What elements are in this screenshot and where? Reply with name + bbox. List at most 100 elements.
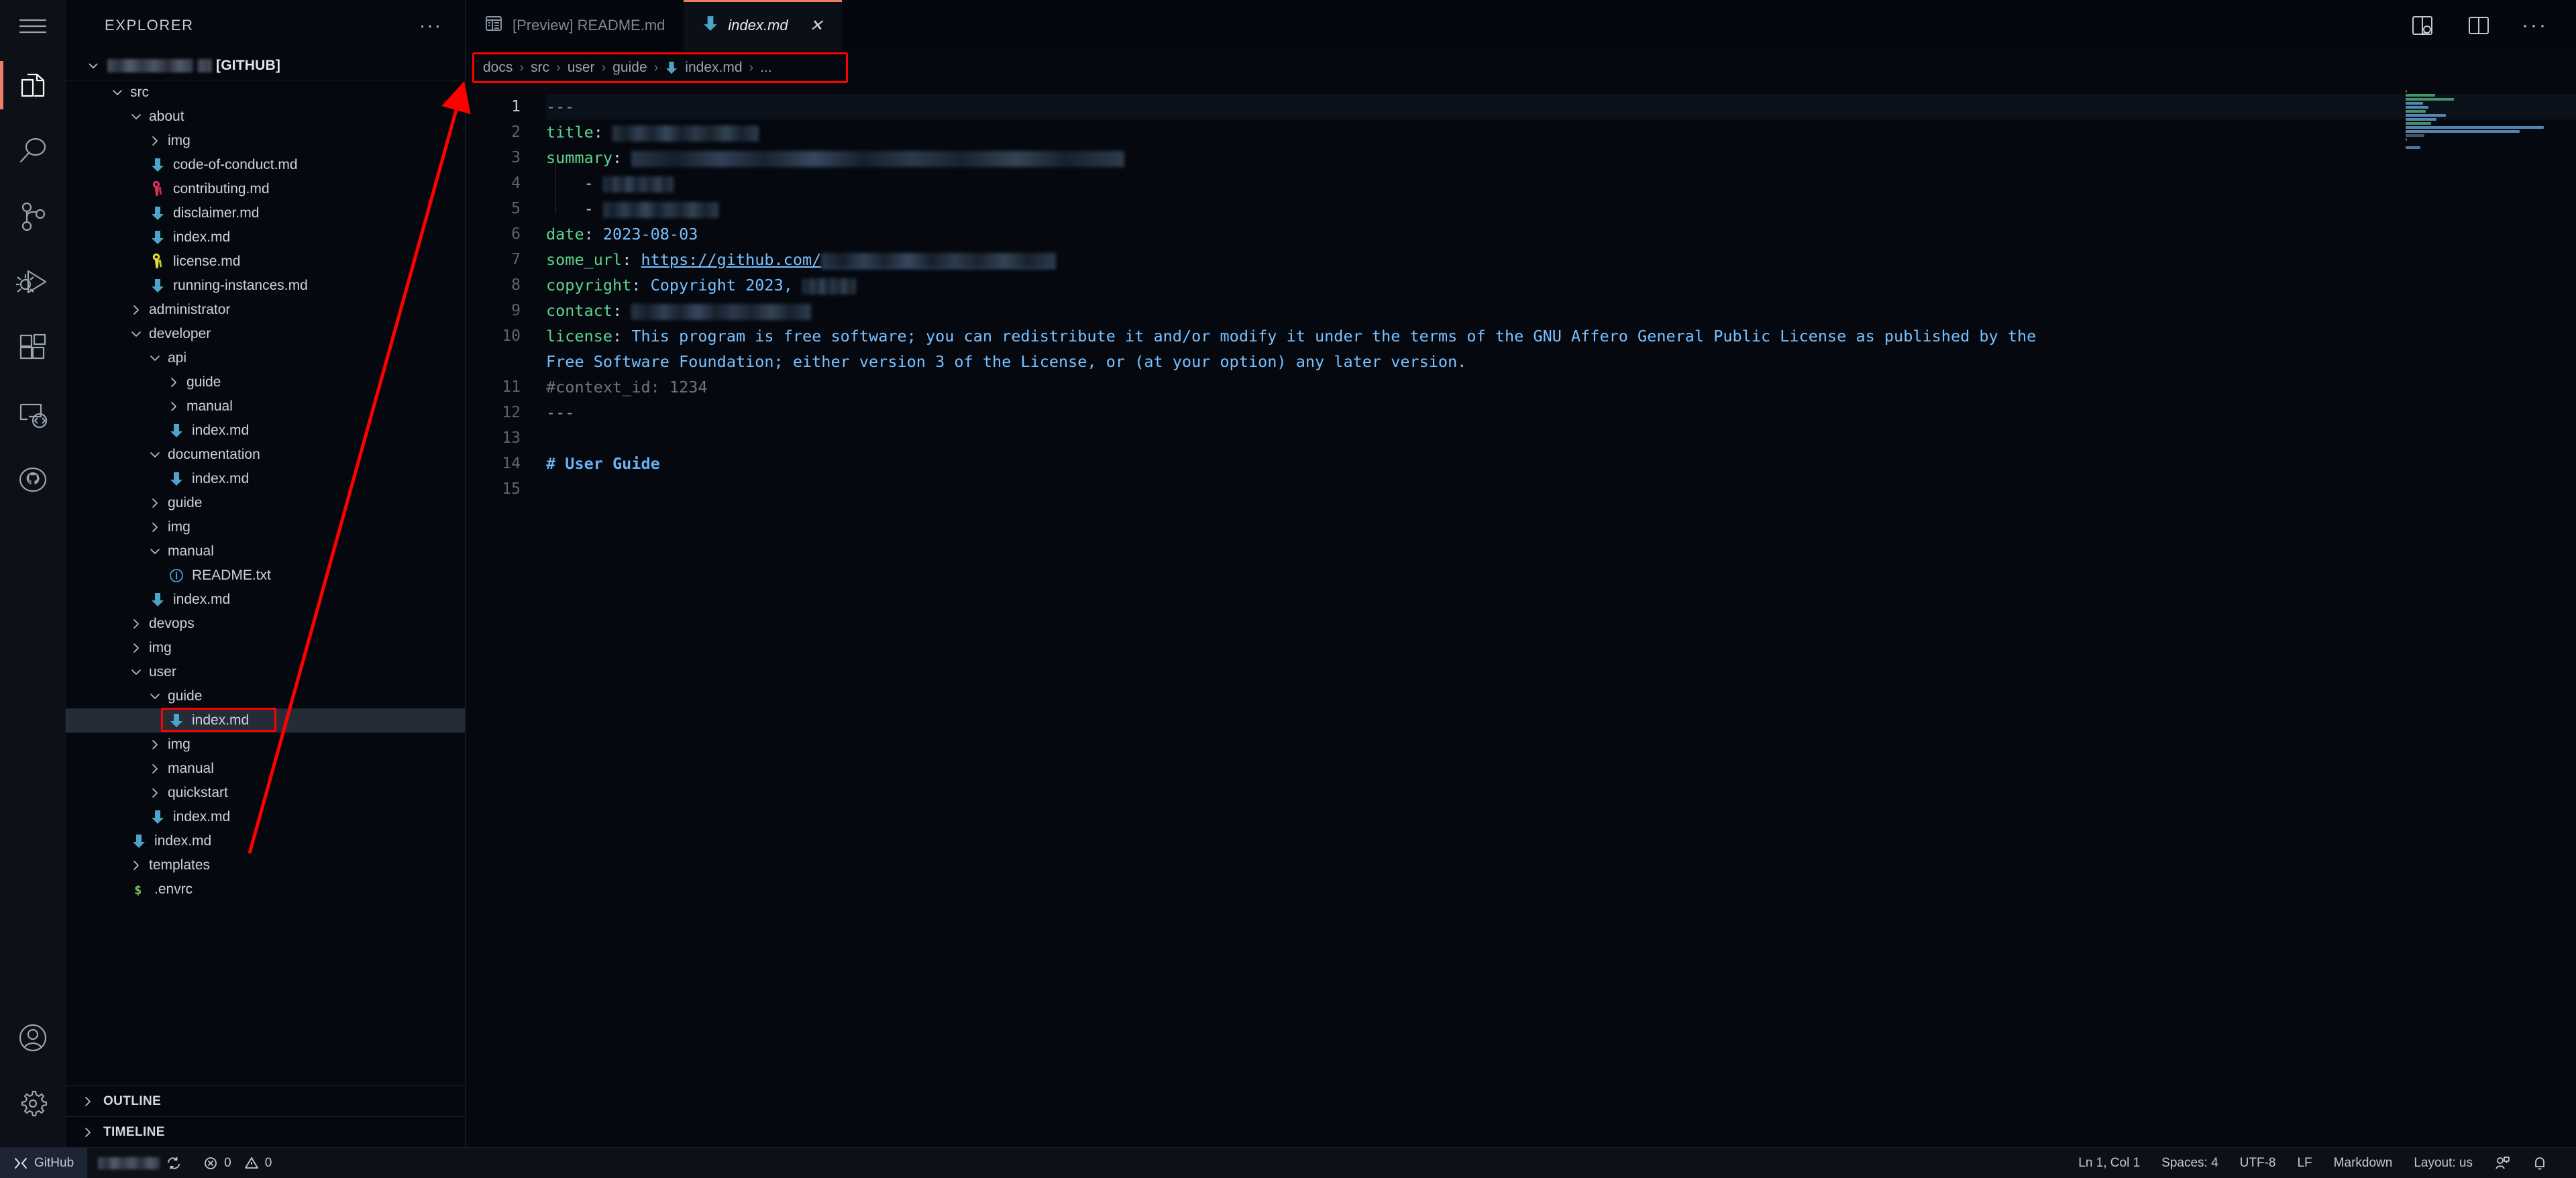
chevron-right-icon: [165, 376, 182, 389]
more-actions-icon[interactable]: ···: [2522, 15, 2548, 36]
run-and-debug-icon[interactable]: [0, 250, 66, 315]
file-tree[interactable]: [GITHUB] src about img code-of-conduct.md co…: [66, 51, 465, 1085]
branch-indicator[interactable]: [87, 1148, 193, 1178]
tree-folder-row[interactable]: devops: [66, 612, 465, 636]
tree-folder-row[interactable]: manual: [66, 757, 465, 781]
explorer-more-actions-icon[interactable]: ···: [419, 16, 442, 35]
keyboard-layout[interactable]: Layout: us: [2403, 1156, 2483, 1171]
minimap-line: [2406, 146, 2420, 149]
breadcrumb-item-index-md[interactable]: index.md: [665, 60, 743, 76]
problems-indicator[interactable]: 0 0: [193, 1148, 282, 1178]
tree-folder-row[interactable]: about: [66, 105, 465, 129]
tree-folder-row[interactable]: guide: [66, 370, 465, 394]
tree-folder-row[interactable]: documentation: [66, 443, 465, 467]
tree-item-label: index.md: [154, 833, 212, 849]
accounts-icon[interactable]: [0, 1005, 66, 1071]
tree-folder-row[interactable]: templates: [66, 853, 465, 877]
live-share-icon[interactable]: [2483, 1155, 2521, 1171]
workspace-root-suffix: [GITHUB]: [216, 57, 281, 73]
split-editor-right-icon[interactable]: [2465, 12, 2492, 39]
tree-file-row[interactable]: contributing.md: [66, 177, 465, 201]
tree-file-row[interactable]: index.md: [66, 805, 465, 829]
tree-file-row[interactable]: index.md: [66, 588, 465, 612]
github-icon[interactable]: [0, 447, 66, 513]
yaml-value: Free Software Foundation; either version…: [546, 352, 1467, 371]
line-number: 11: [502, 378, 521, 396]
explorer-sidebar: EXPLORER ··· [GITHUB] src about img code-of…: [66, 0, 466, 1147]
tree-file-row[interactable]: code-of-conduct.md: [66, 153, 465, 177]
breadcrumb[interactable]: docs › src › user › guide › index.md ›...: [466, 51, 2576, 85]
tree-folder-row[interactable]: guide: [66, 684, 465, 708]
line-number-gutter: 1 2 3 4 5 6 7 8 9 10 11 12 13 14 15: [466, 85, 530, 502]
tree-folder-row[interactable]: src: [66, 81, 465, 105]
tree-file-row[interactable]: index.md: [66, 419, 465, 443]
close-icon[interactable]: ✕: [810, 16, 823, 36]
line-number: 7: [511, 251, 521, 268]
tree-file-row[interactable]: index.md: [66, 467, 465, 491]
breadcrumb-separator: ›: [601, 60, 606, 75]
breadcrumb-item-[interactable]: ...: [760, 60, 772, 76]
settings-gear-icon[interactable]: [0, 1071, 66, 1136]
file-tree-rows[interactable]: src about img code-of-conduct.md contributin…: [66, 81, 465, 902]
tree-file-row[interactable]: disclaimer.md: [66, 201, 465, 225]
tree-folder-row[interactable]: quickstart: [66, 781, 465, 805]
tree-folder-row[interactable]: img: [66, 733, 465, 757]
tab-index-md[interactable]: index.md ✕: [684, 0, 843, 51]
sidebar-section-label: OUTLINE: [103, 1093, 162, 1108]
sidebar-section-timeline[interactable]: TIMELINE: [66, 1116, 465, 1147]
tree-file-row[interactable]: $ .envrc: [66, 877, 465, 902]
minimap[interactable]: [2406, 90, 2560, 191]
breadcrumb-item-user[interactable]: user: [568, 60, 595, 76]
sidebar-sections: OUTLINE TIMELINE: [66, 1085, 465, 1147]
menu-icon[interactable]: [0, 0, 66, 52]
tree-folder-row[interactable]: api: [66, 346, 465, 370]
minimap-line: [2406, 94, 2435, 97]
editor-eol[interactable]: LF: [2286, 1156, 2322, 1171]
editor-language[interactable]: Markdown: [2323, 1156, 2404, 1171]
editor-content[interactable]: 1 2 3 4 5 6 7 8 9 10 11 12 13 14 15 --- title: summary:…: [466, 85, 2576, 1147]
breadcrumb-separator: ›: [556, 60, 561, 75]
breadcrumb-item-docs[interactable]: docs: [483, 60, 513, 76]
editor-tabs[interactable]: [Preview] README.md index.md ✕: [466, 0, 2409, 51]
tree-folder-row[interactable]: img: [66, 129, 465, 153]
markdown-file-icon: [146, 809, 169, 825]
frontmatter-delimiter: ---: [546, 97, 575, 116]
remote-explorer-icon[interactable]: [0, 381, 66, 447]
editor-indentation[interactable]: Spaces: 4: [2151, 1156, 2229, 1171]
code-text[interactable]: --- title: summary: - - date: 2023-08-03 s…: [546, 94, 2576, 502]
tree-folder-row[interactable]: guide: [66, 491, 465, 515]
editor-encoding[interactable]: UTF-8: [2229, 1156, 2287, 1171]
tab-preview-readme-md[interactable]: [Preview] README.md: [466, 0, 684, 51]
tree-file-row[interactable]: index.md: [66, 829, 465, 853]
explorer-icon[interactable]: [0, 52, 66, 118]
tree-folder-row[interactable]: manual: [66, 539, 465, 564]
chevron-down-icon: [146, 690, 164, 703]
breadcrumb-item-src[interactable]: src: [531, 60, 549, 76]
tree-file-row[interactable]: running-instances.md: [66, 274, 465, 298]
editor-position[interactable]: Ln 1, Col 1: [2068, 1156, 2151, 1171]
tree-folder-row[interactable]: user: [66, 660, 465, 684]
workspace-root-row[interactable]: [GITHUB]: [66, 51, 465, 81]
tree-file-row[interactable]: README.txt: [66, 564, 465, 588]
source-control-icon[interactable]: [0, 184, 66, 250]
tree-file-row[interactable]: license.md: [66, 250, 465, 274]
extensions-icon[interactable]: [0, 315, 66, 381]
sidebar-file-index-md[interactable]: index.md: [66, 708, 465, 733]
search-icon[interactable]: [0, 118, 66, 184]
remote-indicator[interactable]: GitHub: [0, 1148, 88, 1178]
notifications-bell-icon[interactable]: [2521, 1155, 2559, 1171]
tree-folder-row[interactable]: administrator: [66, 298, 465, 322]
tree-file-row[interactable]: index.md: [66, 225, 465, 250]
tree-folder-row[interactable]: img: [66, 636, 465, 660]
tree-folder-row[interactable]: img: [66, 515, 465, 539]
breadcrumb-item-guide[interactable]: guide: [612, 60, 647, 76]
sidebar-section-outline[interactable]: OUTLINE: [66, 1085, 465, 1116]
tree-item-label: guide: [186, 374, 221, 390]
tree-folder-row[interactable]: developer: [66, 322, 465, 346]
yaml-key: some_url: [546, 250, 623, 269]
markdown-file-icon: [165, 471, 188, 487]
split-editor-search-icon[interactable]: [2409, 12, 2436, 39]
tree-folder-row[interactable]: manual: [66, 394, 465, 419]
tree-item-label: img: [149, 640, 172, 655]
